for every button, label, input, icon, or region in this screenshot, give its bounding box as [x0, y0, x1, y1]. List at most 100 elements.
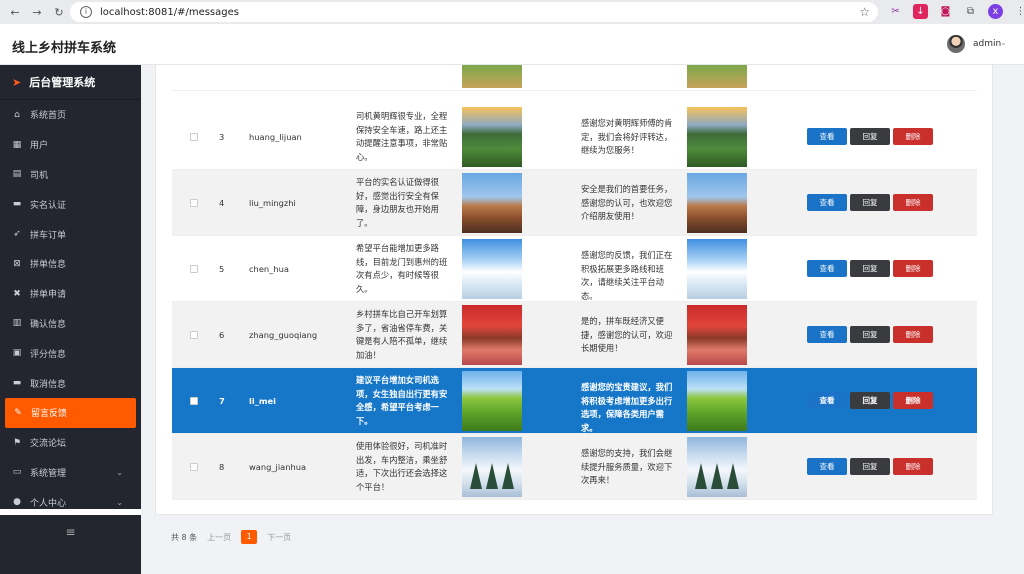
sidebar-item-forum[interactable]: ⚑ 交流论坛 [0, 428, 141, 458]
row-checkbox[interactable] [190, 463, 198, 471]
view-button[interactable]: 查看 [807, 194, 847, 211]
scissors-extension-icon[interactable]: ✂ [888, 4, 903, 19]
row-username: wang_jianhua [249, 462, 307, 472]
address-bar[interactable]: i localhost:8081/#/messages ☆ [70, 2, 878, 22]
tea-plantation-image [687, 107, 747, 167]
sidebar-item-users[interactable]: ▦ 用户 [0, 130, 141, 160]
row-checkbox[interactable] [190, 133, 198, 141]
profile-extension-icon[interactable]: x [988, 4, 1003, 19]
delete-button[interactable]: 删除 [893, 128, 933, 145]
paper-plane-icon: ➤ [12, 75, 22, 89]
table-row: 3 huang_lijuan 司机黄明辉很专业，全程保持安全车速，路上还主动提醒… [172, 104, 977, 170]
row-checkbox[interactable] [190, 331, 198, 339]
back-icon[interactable]: ← [8, 6, 22, 19]
row-username: zhang_guoqiang [249, 330, 318, 340]
winter-forest-image [462, 437, 522, 497]
row-message: 司机黄明辉很专业，全程保持安全车速，路上还主动提醒注意事项，非常贴心。 [356, 111, 448, 162]
view-button[interactable]: 查看 [807, 458, 847, 475]
tea-plantation-image [462, 107, 522, 167]
doc-x-icon: ⊠ [13, 258, 21, 269]
sidebar-item-home[interactable]: ⌂ 系统首页 [0, 100, 141, 130]
hamburger-icon[interactable]: ≡ [0, 517, 141, 547]
info-icon[interactable]: i [80, 6, 92, 18]
page-number-current[interactable]: 1 [241, 530, 258, 544]
sidebar-item-carpool-info[interactable]: ⊠ 拼单信息 [0, 249, 141, 279]
menu-dots-icon[interactable]: ⋮ [1013, 4, 1024, 19]
browser-toolbar: ← → ↻ i localhost:8081/#/messages ☆ ✂ ↓ … [0, 0, 1024, 24]
sidebar-item-drivers[interactable]: ▤ 司机 [0, 160, 141, 190]
prev-page-button[interactable]: 上一页 [207, 532, 231, 543]
bookmark-star-icon[interactable]: ☆ [859, 5, 870, 19]
reply-button[interactable]: 回复 [850, 194, 890, 211]
forward-icon[interactable]: → [30, 6, 44, 19]
green-hills-image [462, 371, 522, 431]
castle-image [462, 173, 522, 233]
view-button[interactable]: 查看 [807, 326, 847, 343]
send-icon: ➶ [13, 229, 21, 240]
reload-icon[interactable]: ↻ [52, 6, 66, 19]
delete-button[interactable]: 删除 [893, 194, 933, 211]
user-name[interactable]: admin [973, 39, 1001, 49]
sidebar-item-label: 留言反馈 [31, 409, 68, 420]
comment-icon: ▣ [12, 348, 22, 359]
sidebar-item-cancel[interactable]: ▬ 取消信息 [0, 368, 141, 398]
reply-button[interactable]: 回复 [850, 128, 890, 145]
chart-icon: ▥ [12, 318, 22, 329]
row-message: 希望平台能增加更多路线，目前龙门到惠州的班次有点少，有时候等很久。 [356, 243, 448, 294]
delete-button[interactable]: 删除 [893, 392, 933, 409]
sidebar-item-verification[interactable]: ▬ 实名认证 [0, 189, 141, 219]
sidebar-item-label: 司机 [30, 170, 49, 181]
pagination: 共 8 条 上一页 1 下一页 [171, 530, 291, 544]
row-reply: 感谢您的反馈，我们正在积极拓展更多路线和班次，请继续关注平台动态。 [581, 250, 673, 301]
reply-button[interactable]: 回复 [850, 458, 890, 475]
row-reply: 感谢您的支持，我们会继续提升服务质量，欢迎下次再来！ [581, 448, 673, 485]
sidebar-item-ratings[interactable]: ▣ 评分信息 [0, 338, 141, 368]
sidebar-item-label: 拼单信息 [30, 260, 67, 271]
camera-extension-icon[interactable]: ◙ [938, 4, 953, 19]
sidebar-scrollbar[interactable] [0, 509, 141, 515]
view-button[interactable]: 查看 [807, 260, 847, 277]
row-message: 使用体验很好，司机准时出发，车内整洁，乘坐舒适，下次出行还会选择这个平台！ [356, 441, 448, 492]
url-text: localhost:8081/#/messages [100, 6, 239, 18]
row-username: chen_hua [249, 264, 289, 274]
sidebar-item-system[interactable]: ▭ 系统管理 ⌄ [0, 458, 141, 488]
row-checkbox[interactable] [190, 265, 198, 273]
winter-forest-image [687, 437, 747, 497]
pagination-total: 共 8 条 [171, 532, 198, 542]
sidebar-item-label: 交流论坛 [30, 439, 67, 450]
table-row: 4 liu_mingzhi 平台的实名认证做得很好，感觉出行安全有保障，身边朋友… [172, 170, 977, 236]
app-title: 线上乡村拼车系统 [12, 41, 117, 56]
sidebar-item-carpool-apply[interactable]: ✖ 拼单申请 [0, 279, 141, 309]
sidebar-item-confirm[interactable]: ▥ 确认信息 [0, 309, 141, 339]
main-content: 3 huang_lijuan 司机黄明辉很专业，全程保持安全车速，路上还主动提醒… [141, 65, 1024, 574]
sidebar-item-label: 评分信息 [30, 349, 67, 360]
reply-button[interactable]: 回复 [850, 326, 890, 343]
reply-button[interactable]: 回复 [850, 260, 890, 277]
puzzle-extension-icon[interactable]: ⧉ [963, 4, 978, 19]
app-header: 线上乡村拼车系统 admin ⌄ [0, 24, 1024, 65]
view-button[interactable]: 查看 [807, 392, 847, 409]
download-extension-icon[interactable]: ↓ [913, 4, 928, 19]
delete-button[interactable]: 删除 [893, 260, 933, 277]
delete-button[interactable]: 删除 [893, 326, 933, 343]
row-reply: 是的，拼车既经济又便捷，感谢您的认可，欢迎长期使用！ [581, 316, 673, 353]
row-checkbox[interactable] [190, 397, 198, 405]
row-number: 8 [219, 462, 225, 472]
next-page-button[interactable]: 下一页 [267, 532, 291, 543]
view-button[interactable]: 查看 [807, 128, 847, 145]
row-checkbox[interactable] [190, 199, 198, 207]
delete-button[interactable]: 删除 [893, 458, 933, 475]
id-card-icon: ▤ [12, 169, 22, 180]
avatar[interactable] [947, 35, 965, 53]
sidebar-item-feedback[interactable]: ✎ 留言反馈 [5, 397, 136, 428]
red-trees-image [687, 305, 747, 365]
sidebar-item-orders[interactable]: ➶ 拼车订单 [0, 219, 141, 249]
table-row: 8 wang_jianhua 使用体验很好，司机准时出发，车内整洁，乘坐舒适，下… [172, 434, 977, 500]
snow-mountain-image [687, 239, 747, 299]
row-reply: 感谢您的宝贵建议，我们将积极考虑增加更多出行选项，保障各类用户需求。 [581, 382, 673, 433]
edit-icon: ✎ [14, 407, 22, 418]
row-username: liu_mingzhi [249, 198, 296, 208]
sidebar-item-label: 拼车订单 [30, 230, 67, 241]
chevron-down-icon[interactable]: ⌄ [1000, 38, 1007, 47]
reply-button[interactable]: 回复 [850, 392, 890, 409]
